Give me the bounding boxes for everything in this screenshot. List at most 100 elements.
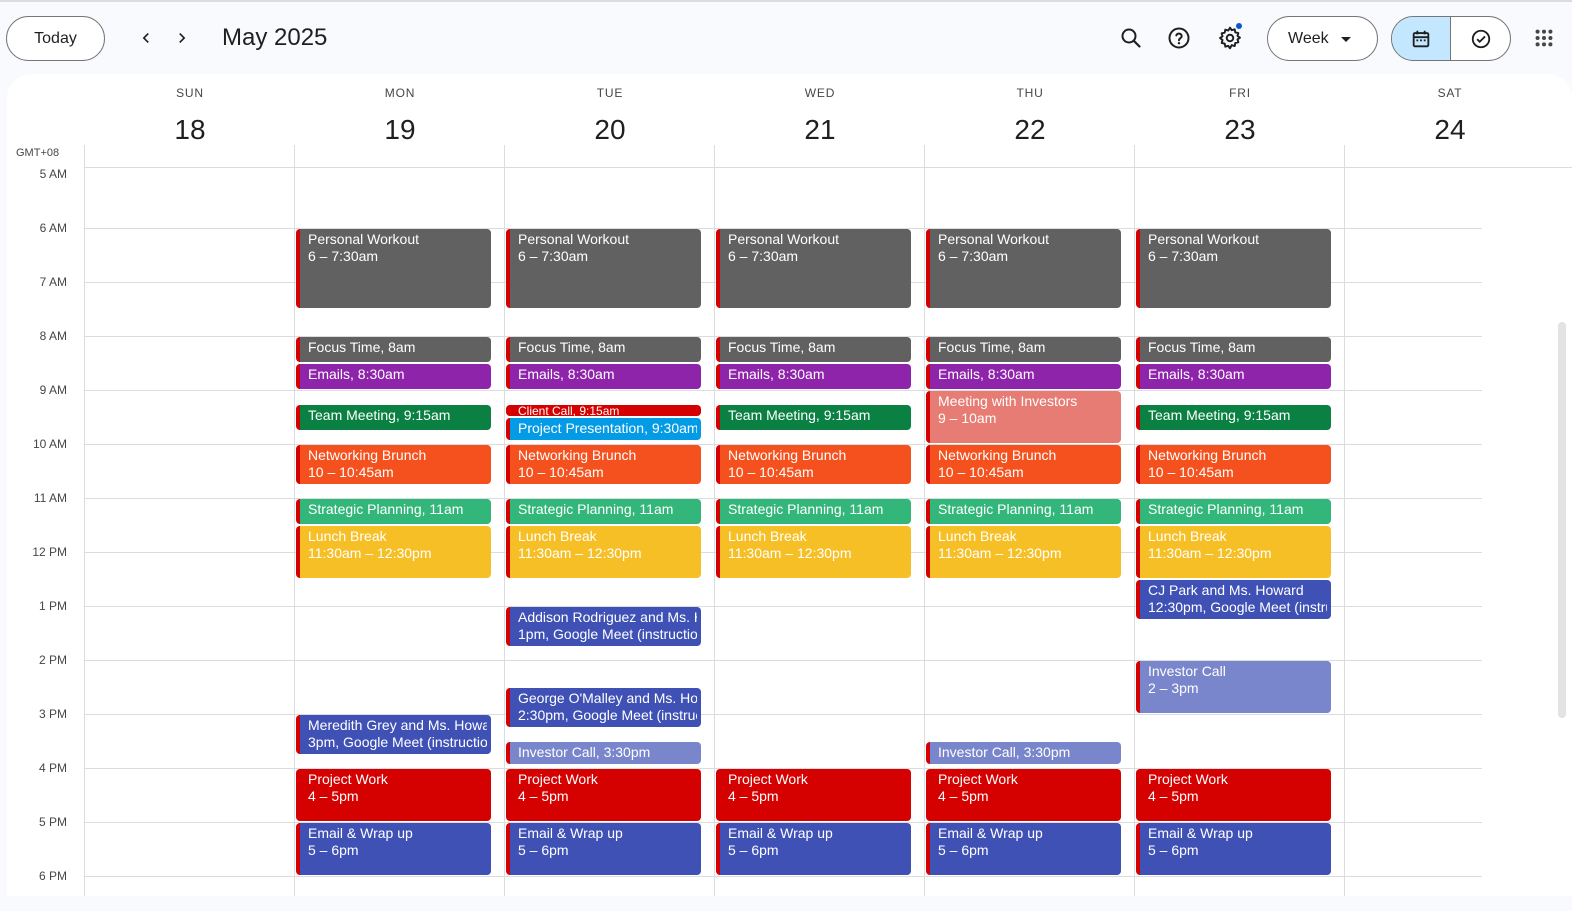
event-title: Investor Call,: [938, 744, 1024, 760]
previous-week-button[interactable]: [130, 22, 162, 54]
day-header-sun[interactable]: SUN 18: [85, 74, 295, 169]
calendar-event[interactable]: Networking Brunch 10 – 10:45am: [506, 445, 701, 484]
calendar-event[interactable]: Email & Wrap up 5 – 6pm: [926, 823, 1121, 875]
calendar-event[interactable]: Investor Call, 3:30pm: [926, 742, 1121, 765]
calendar-event[interactable]: Investor Call, 3:30pm: [506, 742, 701, 765]
event-title: Networking Brunch: [938, 447, 1057, 463]
calendar-event[interactable]: Personal Workout 6 – 7:30am: [716, 229, 911, 308]
calendar-event[interactable]: Project Work 4 – 5pm: [1136, 769, 1331, 821]
event-title: Personal Workout: [728, 231, 840, 247]
calendar-event[interactable]: Lunch Break 11:30am – 12:30pm: [926, 526, 1121, 578]
day-header-tue[interactable]: TUE 20: [505, 74, 715, 169]
calendar-event[interactable]: Team Meeting, 9:15am: [296, 404, 491, 430]
calendar-event[interactable]: Emails, 8:30am: [1136, 364, 1331, 389]
settings-button[interactable]: [1212, 20, 1248, 56]
calendar-event[interactable]: Focus Time, 8am: [506, 337, 701, 362]
calendar-event[interactable]: Email & Wrap up 5 – 6pm: [506, 823, 701, 875]
event-title: Strategic Planning,: [1148, 501, 1270, 517]
calendar-view-button[interactable]: [1392, 17, 1452, 60]
event-time: 6 – 7:30am: [518, 248, 589, 264]
event-title: Project Work: [1148, 771, 1228, 787]
calendar-event[interactable]: Project Work 4 – 5pm: [926, 769, 1121, 821]
event-title: Team Meeting,: [308, 406, 404, 423]
day-header-thu[interactable]: THU 22: [925, 74, 1135, 169]
calendar-event[interactable]: Client Call, 9:15am: [506, 404, 701, 416]
calendar-event[interactable]: Lunch Break 11:30am – 12:30pm: [716, 526, 911, 578]
day-column-divider: [924, 167, 925, 896]
calendar-event[interactable]: Email & Wrap up 5 – 6pm: [1136, 823, 1331, 875]
calendar-event[interactable]: Personal Workout 6 – 7:30am: [926, 229, 1121, 308]
calendar-event[interactable]: Project Work 4 – 5pm: [506, 769, 701, 821]
day-header-sat[interactable]: SAT 24: [1345, 74, 1555, 169]
calendar-event[interactable]: Team Meeting, 9:15am: [716, 404, 911, 430]
event-time: 5 – 6pm: [938, 842, 989, 858]
calendar-event[interactable]: Networking Brunch 10 – 10:45am: [926, 445, 1121, 484]
event-title: Focus Time,: [728, 339, 809, 355]
day-number[interactable]: 22: [925, 114, 1135, 146]
day-number[interactable]: 19: [295, 114, 505, 146]
event-title: Strategic Planning,: [308, 501, 430, 517]
calendar-event[interactable]: Strategic Planning, 11am: [716, 499, 911, 524]
calendar-event[interactable]: Meeting with Investors 9 – 10am: [926, 391, 1121, 443]
next-week-button[interactable]: [166, 22, 198, 54]
day-header-fri[interactable]: FRI 23: [1135, 74, 1345, 169]
event-title: Lunch Break: [1148, 528, 1227, 544]
calendar-event[interactable]: Emails, 8:30am: [506, 364, 701, 389]
calendar-event[interactable]: Strategic Planning, 11am: [506, 499, 701, 524]
search-button[interactable]: [1113, 20, 1149, 56]
calendar-event[interactable]: CJ Park and Ms. Howard 12:30pm, Google Me…: [1136, 580, 1331, 619]
event-title: Team Meeting,: [1148, 406, 1244, 423]
event-time: 8am: [388, 339, 416, 355]
calendar-event[interactable]: Focus Time, 8am: [716, 337, 911, 362]
calendar-event[interactable]: Networking Brunch 10 – 10:45am: [1136, 445, 1331, 484]
calendar-event[interactable]: Personal Workout 6 – 7:30am: [296, 229, 491, 308]
calendar-event[interactable]: Strategic Planning, 11am: [296, 499, 491, 524]
calendar-event[interactable]: Personal Workout 6 – 7:30am: [1136, 229, 1331, 308]
day-header-wed[interactable]: WED 21: [715, 74, 925, 169]
day-header-mon[interactable]: MON 19: [295, 74, 505, 169]
calendar-event[interactable]: Strategic Planning, 11am: [1136, 499, 1331, 524]
header-separator: [84, 145, 85, 167]
day-number[interactable]: 24: [1345, 114, 1555, 146]
calendar-event[interactable]: George O'Malley and Ms. Hov 2:30pm, Googl…: [506, 688, 701, 727]
event-time: 6 – 7:30am: [938, 248, 1009, 264]
calendar-event[interactable]: Project Presentation, 9:30am: [506, 418, 701, 441]
calendar-event[interactable]: Strategic Planning, 11am: [926, 499, 1121, 524]
calendar-event[interactable]: Addison Rodriguez and Ms. H 1pm, Google M…: [506, 607, 701, 646]
calendar-event[interactable]: Networking Brunch 10 – 10:45am: [716, 445, 911, 484]
calendar-event[interactable]: Focus Time, 8am: [296, 337, 491, 362]
calendar-event[interactable]: Lunch Break 11:30am – 12:30pm: [296, 526, 491, 578]
calendar-event[interactable]: Email & Wrap up 5 – 6pm: [296, 823, 491, 875]
apps-button[interactable]: [1526, 20, 1562, 56]
calendar-event[interactable]: Project Work 4 – 5pm: [716, 769, 911, 821]
today-button[interactable]: Today: [6, 16, 105, 61]
day-column-divider: [84, 167, 85, 896]
grid-scrollbar[interactable]: [1558, 322, 1566, 718]
day-number[interactable]: 18: [85, 114, 295, 146]
calendar-event[interactable]: Investor Call 2 – 3pm: [1136, 661, 1331, 713]
day-number[interactable]: 23: [1135, 114, 1345, 146]
calendar-event[interactable]: Lunch Break 11:30am – 12:30pm: [1136, 526, 1331, 578]
calendar-event[interactable]: Email & Wrap up 5 – 6pm: [716, 823, 911, 875]
calendar-event[interactable]: Networking Brunch 10 – 10:45am: [296, 445, 491, 484]
day-number[interactable]: 20: [505, 114, 715, 146]
calendar-event[interactable]: Meredith Grey and Ms. Howa 3pm, Google Me…: [296, 715, 491, 754]
event-title: Strategic Planning,: [938, 501, 1060, 517]
calendar-event[interactable]: Team Meeting, 9:15am: [1136, 404, 1331, 430]
calendar-event[interactable]: Focus Time, 8am: [1136, 337, 1331, 362]
day-of-week-label: SAT: [1437, 86, 1463, 100]
event-title: Project Presentation,: [518, 420, 652, 436]
day-number[interactable]: 21: [715, 114, 925, 146]
calendar-event[interactable]: Project Work 4 – 5pm: [296, 769, 491, 821]
view-select[interactable]: Week: [1267, 16, 1378, 61]
event-time: 10 – 10:45am: [938, 464, 1024, 480]
calendar-event[interactable]: Emails, 8:30am: [926, 364, 1121, 389]
calendar-event[interactable]: Personal Workout 6 – 7:30am: [506, 229, 701, 308]
week-grid: GMT+08 SUN 18 MON 19 TUE 20 WED 21 THU 22 FRI 23 SAT…: [7, 74, 1572, 896]
calendar-event[interactable]: Lunch Break 11:30am – 12:30pm: [506, 526, 701, 578]
calendar-event[interactable]: Emails, 8:30am: [716, 364, 911, 389]
help-button[interactable]: [1161, 20, 1197, 56]
calendar-event[interactable]: Emails, 8:30am: [296, 364, 491, 389]
calendar-event[interactable]: Focus Time, 8am: [926, 337, 1121, 362]
tasks-view-button[interactable]: [1451, 17, 1510, 60]
